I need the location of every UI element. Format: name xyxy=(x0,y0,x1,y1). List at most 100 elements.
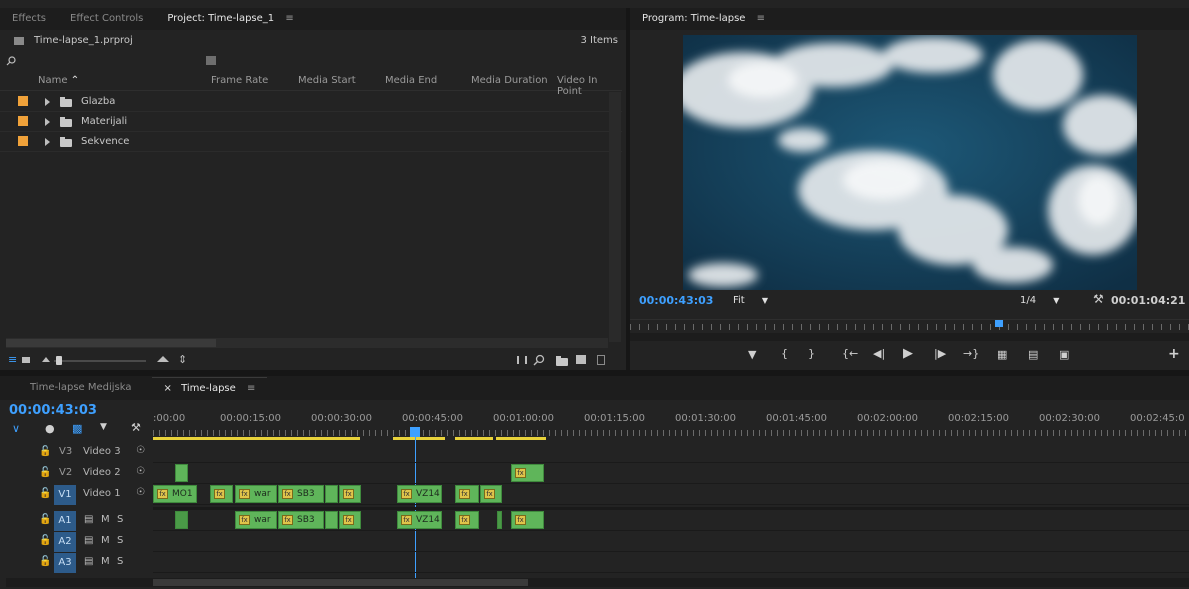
program-playhead[interactable] xyxy=(994,320,1003,327)
mark-in-icon[interactable]: { xyxy=(781,347,788,360)
voice-over-icon[interactable]: ▤ xyxy=(84,556,93,567)
eye-icon[interactable]: ☉ xyxy=(136,466,145,477)
work-area-bar[interactable] xyxy=(496,437,546,440)
lane-v2[interactable] xyxy=(153,464,1189,484)
lock-icon[interactable]: 🔓 xyxy=(39,556,51,567)
video-clip[interactable]: fx xyxy=(480,485,502,503)
go-to-out-icon[interactable]: →} xyxy=(963,347,979,360)
expand-triangle-icon[interactable] xyxy=(45,98,50,106)
new-bin-icon[interactable] xyxy=(556,356,568,366)
column-media-start[interactable]: Media Start xyxy=(298,75,356,86)
expand-triangle-icon[interactable] xyxy=(45,118,50,126)
close-icon[interactable]: × xyxy=(164,383,172,394)
voice-over-icon[interactable]: ▤ xyxy=(84,535,93,546)
lock-icon[interactable]: 🔓 xyxy=(39,488,51,499)
track-target[interactable]: V1 xyxy=(54,485,76,505)
solo-button[interactable]: S xyxy=(117,514,123,525)
video-clip[interactable]: fx xyxy=(455,485,479,503)
find-icon[interactable] xyxy=(533,354,545,366)
tab-project[interactable]: Project: Time-lapse_1 ≡ xyxy=(155,8,305,30)
timeline-horizontal-scrollbar[interactable] xyxy=(6,578,1189,587)
tab-program[interactable]: Program: Time-lapse ≡ xyxy=(630,8,777,30)
resolution-dropdown[interactable]: 1/4 ▼ xyxy=(1020,295,1059,306)
lock-icon[interactable]: 🔓 xyxy=(39,514,51,525)
zoom-in-mountain-icon[interactable] xyxy=(157,356,169,362)
audio-clip[interactable]: fx VZ14 xyxy=(397,511,442,529)
mute-button[interactable]: M xyxy=(101,556,110,567)
tab-sequence-medijska[interactable]: Time-lapse Medijska xyxy=(0,377,152,399)
add-button-icon[interactable]: + xyxy=(1168,346,1180,362)
tab-menu-icon[interactable]: ≡ xyxy=(285,13,293,24)
label-color-swatch[interactable] xyxy=(18,136,28,146)
video-clip[interactable]: fx xyxy=(210,485,233,503)
wrench-icon[interactable]: ⚒ xyxy=(1093,292,1104,306)
audio-clip[interactable] xyxy=(175,511,188,529)
play-icon[interactable]: ▶ xyxy=(903,346,913,361)
eye-icon[interactable]: ☉ xyxy=(136,487,145,498)
track-target[interactable]: A3 xyxy=(54,553,76,573)
program-mini-ruler[interactable] xyxy=(630,319,1189,341)
snap-icon[interactable]: ∨ xyxy=(12,422,20,435)
track-lanes[interactable]: fx fx MO1 fx fx war fx SB3 fx fx VZ14 fx fx … xyxy=(153,443,1189,577)
zoom-out-mountain-icon[interactable] xyxy=(42,357,50,362)
tab-menu-icon[interactable]: ≡ xyxy=(247,383,255,394)
scrollbar-thumb[interactable] xyxy=(153,579,528,586)
audio-clip[interactable] xyxy=(497,511,502,529)
panel-divider[interactable] xyxy=(626,8,630,370)
add-marker-icon[interactable]: ▩ xyxy=(72,422,82,435)
scrollbar-thumb[interactable] xyxy=(6,339,216,347)
video-clip[interactable]: fx MO1 xyxy=(153,485,197,503)
mute-button[interactable]: M xyxy=(101,514,110,525)
lane-a3[interactable] xyxy=(153,553,1189,573)
expand-triangle-icon[interactable] xyxy=(45,138,50,146)
search-icon[interactable] xyxy=(6,56,16,66)
program-current-timecode[interactable]: 00:00:43:03 xyxy=(639,294,713,307)
extract-icon[interactable]: ▤ xyxy=(1028,348,1038,361)
mark-out-icon[interactable]: } xyxy=(808,347,815,360)
automate-to-sequence-icon[interactable] xyxy=(517,356,527,364)
solo-button[interactable]: S xyxy=(117,535,123,546)
lane-a2[interactable] xyxy=(153,532,1189,552)
list-view-icon[interactable]: ≡ xyxy=(8,353,17,366)
video-clip[interactable]: fx xyxy=(339,485,361,503)
lift-icon[interactable]: ▦ xyxy=(997,348,1007,361)
video-clip[interactable]: fx xyxy=(511,464,544,482)
video-clip[interactable]: fx SB3 xyxy=(278,485,324,503)
video-clip[interactable]: fx VZ14 xyxy=(397,485,442,503)
wrench-icon[interactable]: ⚒ xyxy=(131,421,141,434)
column-frame-rate[interactable]: Frame Rate xyxy=(211,75,268,86)
list-item[interactable]: Sekvence xyxy=(0,132,622,152)
project-vertical-scrollbar[interactable] xyxy=(609,92,621,342)
project-horizontal-scrollbar[interactable] xyxy=(6,338,608,348)
work-area-bar[interactable] xyxy=(393,437,445,440)
tab-effect-controls[interactable]: Effect Controls xyxy=(58,8,155,30)
timeline-ruler[interactable]: :00:00 00:00:15:00 00:00:30:00 00:00:45:… xyxy=(153,403,1189,443)
video-audio-divider[interactable] xyxy=(153,507,1189,510)
timeline-current-timecode[interactable]: 00:00:43:03 xyxy=(9,403,97,418)
solo-button[interactable]: S xyxy=(117,556,123,567)
work-area-bar[interactable] xyxy=(455,437,493,440)
column-name[interactable]: Name ⌃ xyxy=(38,75,79,86)
tab-menu-icon[interactable]: ≡ xyxy=(757,13,765,24)
video-clip[interactable] xyxy=(175,464,188,482)
linked-selection-icon[interactable]: ● xyxy=(45,422,55,435)
eye-icon[interactable]: ☉ xyxy=(136,445,145,456)
track-target[interactable]: A1 xyxy=(54,511,76,531)
audio-clip[interactable]: fx SB3 xyxy=(278,511,324,529)
track-target[interactable]: V2 xyxy=(59,467,72,478)
step-forward-icon[interactable]: |▶ xyxy=(934,347,946,360)
trash-icon[interactable] xyxy=(597,355,605,365)
slider-handle[interactable] xyxy=(56,356,62,365)
sort-icons-icon[interactable]: ⇕ xyxy=(178,353,187,366)
audio-clip[interactable]: fx xyxy=(339,511,361,529)
list-item[interactable]: Glazba xyxy=(0,92,622,112)
lock-icon[interactable]: 🔓 xyxy=(39,535,51,546)
audio-clip[interactable]: fx xyxy=(511,511,544,529)
audio-clip[interactable]: fx xyxy=(455,511,479,529)
video-clip[interactable] xyxy=(325,485,338,503)
program-video-frame[interactable] xyxy=(683,35,1137,290)
label-color-swatch[interactable] xyxy=(18,116,28,126)
voice-over-icon[interactable]: ▤ xyxy=(84,514,93,525)
column-media-end[interactable]: Media End xyxy=(385,75,437,86)
audio-clip[interactable] xyxy=(325,511,338,529)
